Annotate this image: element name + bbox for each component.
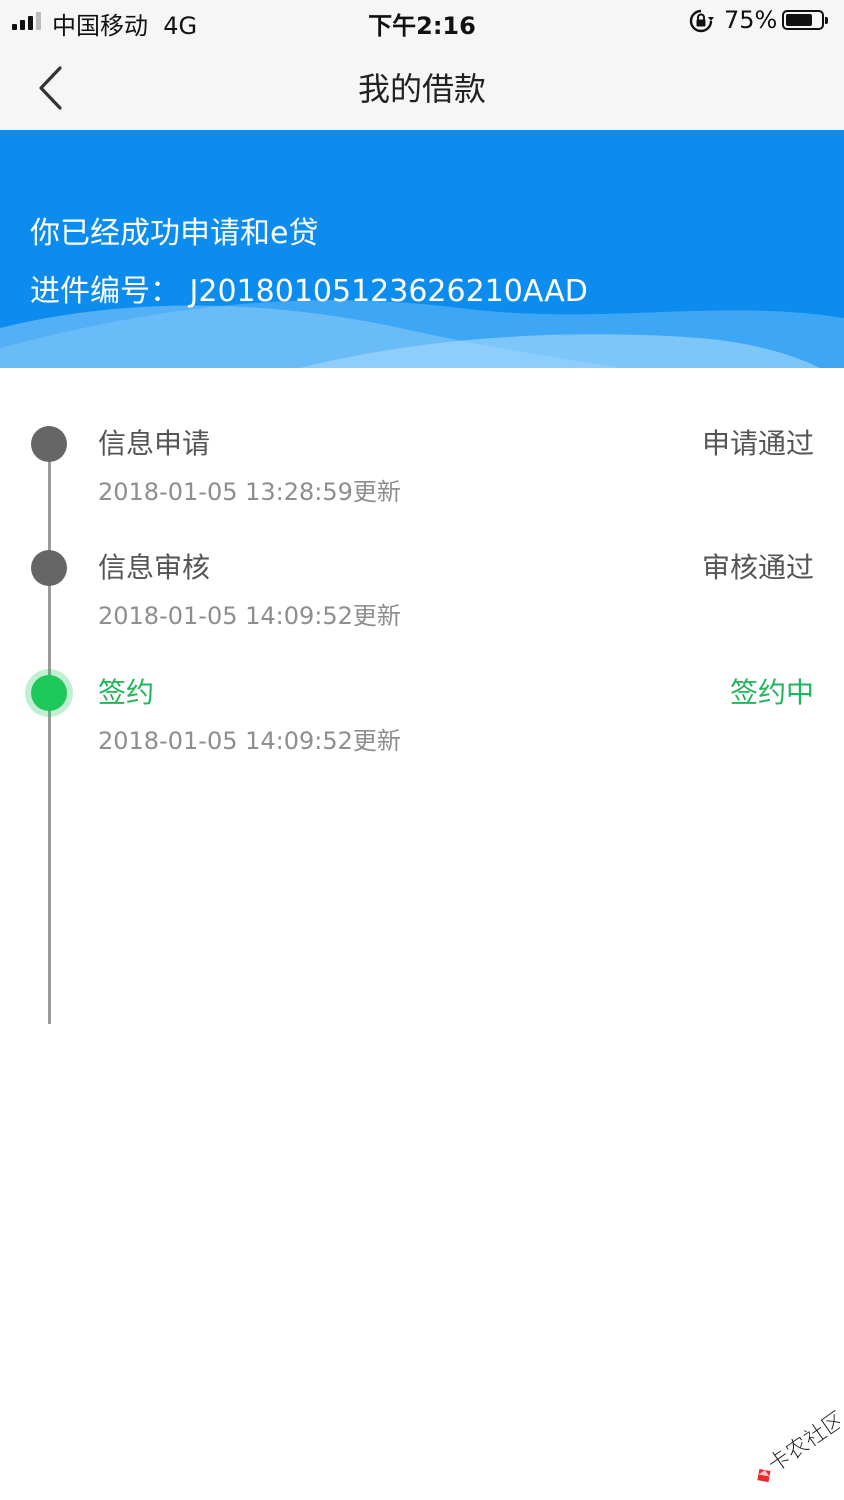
timeline-step-active: 签约 签约中 2018-01-05 14:09:52更新 [0,675,844,785]
battery-nub [825,17,828,24]
application-id: 进件编号： J20180105123626210AAD [30,274,588,309]
step-name: 信息审核 [98,551,211,584]
timeline-step: 信息审核 审核通过 2018-01-05 14:09:52更新 [0,550,844,660]
battery-percent: 75% [724,6,778,34]
step-dot [31,426,67,462]
step-dot [31,550,67,586]
step-status: 签约中 [729,676,814,709]
battery-fill [786,14,812,26]
page-title: 我的借款 [357,70,486,108]
status-bar: 中国移动 4G 下午2:16 75% [0,0,844,44]
step-status: 审核通过 [701,551,814,584]
step-dot-active [31,675,67,711]
step-time: 2018-01-05 14:09:52更新 [98,727,401,755]
banner-message: 你已经成功申请和e贷 [30,216,319,251]
rotation-lock-icon [689,9,714,33]
status-banner: 你已经成功申请和e贷 进件编号： J20180105123626210AAD [0,130,844,368]
step-status: 申请通过 [701,427,814,460]
step-time: 2018-01-05 13:28:59更新 [98,478,401,506]
timeline-step: 信息申请 申请通过 2018-01-05 13:28:59更新 [0,426,844,536]
nav-bar: 我的借款 [0,44,844,130]
step-time: 2018-01-05 14:09:52更新 [98,602,401,630]
clock: 下午2:16 [368,12,476,40]
watermark-logo: 卡农社区 [757,1410,840,1483]
step-name: 信息申请 [98,427,211,460]
svg-text:卡农社区: 卡农社区 [764,1410,840,1478]
battery-icon [782,10,828,30]
step-name: 签约 [98,676,155,709]
